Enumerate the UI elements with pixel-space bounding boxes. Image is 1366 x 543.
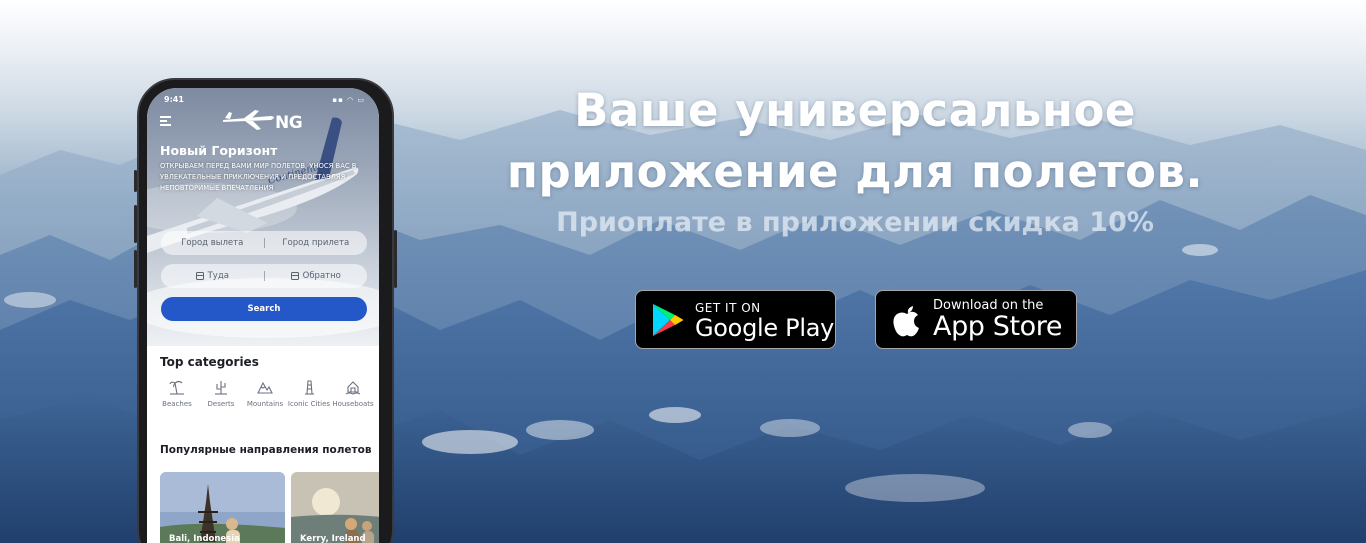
depart-date-input[interactable]: Туда	[161, 271, 264, 281]
menu-icon[interactable]	[160, 116, 171, 128]
app-logo: NG	[221, 108, 311, 134]
app-hero: Continental 9:41 ▪▪ ◠ ▭ NG Новый Горизон…	[147, 88, 379, 346]
destinations-title: Популярные направления полетов	[160, 444, 372, 456]
kerry-photo	[291, 472, 379, 543]
to-city-input[interactable]: Город прилета	[265, 238, 368, 248]
hero-headline: Ваше универсальное приложение для полето…	[470, 80, 1240, 202]
categories-title: Top categories	[160, 355, 259, 369]
houseboat-icon	[345, 381, 361, 395]
phone-screen: Continental 9:41 ▪▪ ◠ ▭ NG Новый Горизон…	[147, 88, 379, 543]
plane-logo-icon	[223, 110, 274, 130]
depart-label: Туда	[207, 271, 229, 281]
return-label: Обратно	[302, 271, 341, 281]
headline-line-2: приложение для полетов.	[506, 145, 1204, 198]
category-beaches[interactable]: Beaches	[155, 378, 199, 408]
category-iconic-cities[interactable]: Iconic Cities	[287, 378, 331, 408]
calendar-icon	[290, 272, 299, 280]
destination-name: Kerry, Ireland	[300, 534, 366, 543]
logo-text: NG	[275, 113, 303, 133]
beach-icon	[169, 380, 184, 395]
mountain-icon	[257, 381, 273, 394]
app-store-button[interactable]: Download on the App Store	[875, 290, 1077, 349]
from-city-input[interactable]: Город вылета	[161, 238, 264, 248]
destination-name: Bali, Indonesia	[169, 534, 240, 543]
status-icons: ▪▪ ◠ ▭	[332, 96, 365, 104]
google-play-icon	[653, 303, 683, 336]
google-play-label: Google Play	[695, 313, 835, 342]
route-field: Город вылета Город прилета	[161, 231, 367, 255]
google-play-small-label: GET IT ON	[695, 300, 761, 315]
apple-icon	[893, 305, 919, 336]
category-label: Deserts	[207, 400, 235, 408]
return-date-input[interactable]: Обратно	[265, 271, 368, 281]
cactus-icon	[215, 381, 227, 395]
destination-card-kerry[interactable]: Kerry, Ireland	[291, 472, 379, 543]
google-play-button[interactable]: GET IT ON Google Play	[635, 290, 836, 349]
app-title: Новый Горизонт	[160, 143, 278, 158]
search-button[interactable]: Search	[161, 297, 367, 321]
category-deserts[interactable]: Deserts	[199, 378, 243, 408]
category-label: Mountains	[246, 400, 284, 408]
categories-list: Beaches Deserts Mountains Iconic Cities …	[155, 378, 379, 408]
bali-photo	[160, 472, 285, 543]
category-houseboats[interactable]: Houseboats	[331, 378, 375, 408]
tower-icon	[305, 380, 314, 395]
dates-field: Туда Обратно	[161, 264, 367, 288]
app-description: Открываем перед вами мир полетов, унося …	[160, 162, 357, 192]
calendar-icon	[195, 272, 204, 280]
destination-card-bali[interactable]: Bali, Indonesia	[160, 472, 285, 543]
category-label: Houseboats	[332, 400, 374, 408]
headline-line-1: Ваше универсальное	[574, 84, 1136, 137]
discount-subline: Приоплате в приложении скидка 10%	[556, 207, 1154, 238]
category-label: Iconic Cities	[287, 400, 331, 408]
category-label: Beaches	[162, 400, 192, 408]
status-time: 9:41	[164, 95, 184, 104]
app-store-label: App Store	[933, 311, 1063, 342]
category-mountains[interactable]: Mountains	[243, 378, 287, 408]
